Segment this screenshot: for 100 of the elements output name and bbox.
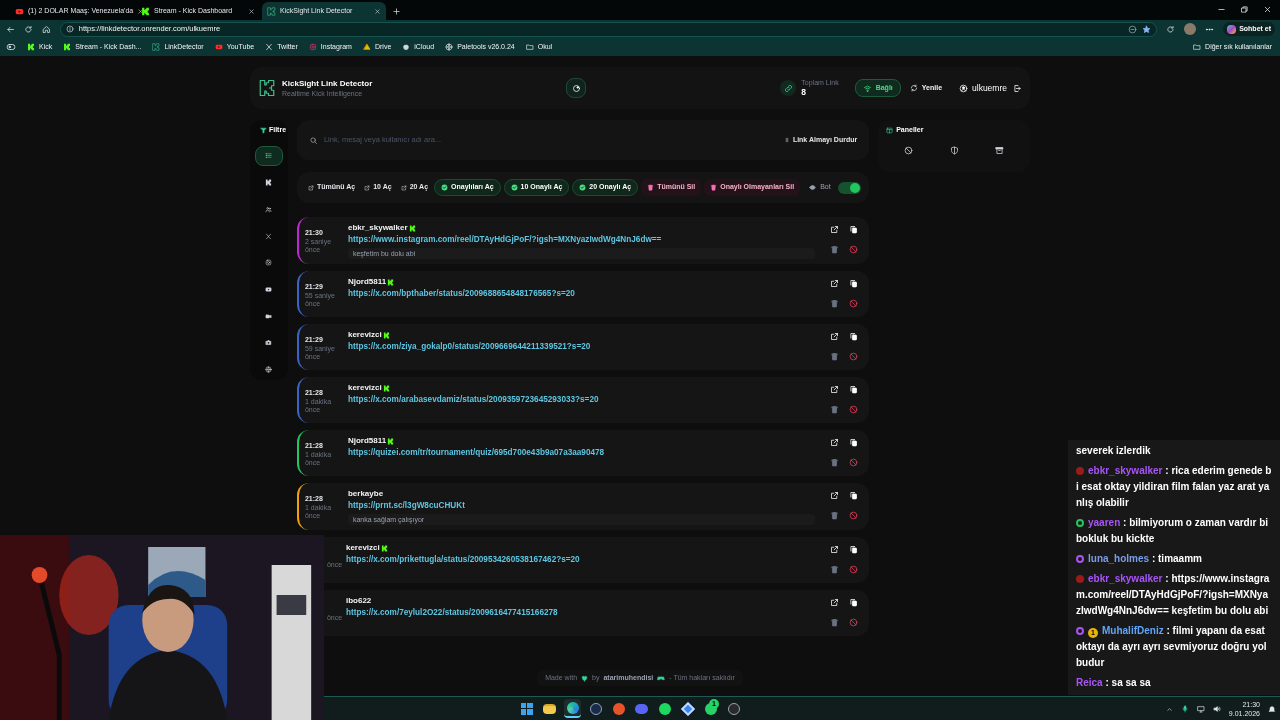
back-icon[interactable] [6,24,15,34]
close-icon[interactable] [1263,5,1272,14]
link-url[interactable]: https://x.com/ziya_gokalp0/status/2009669644211339521?s=20 [347,341,826,354]
palette-icon [571,83,581,93]
link-icon [783,83,793,93]
avatar[interactable] [1184,23,1197,35]
copy-icon[interactable] [849,279,859,288]
trash-icon[interactable] [830,511,840,520]
star-icon[interactable] [1142,24,1152,34]
external-link-icon[interactable] [830,279,840,288]
zoom-icon[interactable] [1128,24,1138,34]
logo-icon [265,179,273,187]
username: ebkr_skywalker [347,222,408,234]
link-url[interactable]: https://www.instagram.com/reel/DTAyHdGjPoF/?igsh=MXNyazIwdWg4NnJ6dw== [347,234,826,247]
trash-icon[interactable] [830,565,840,574]
link-url[interactable]: https://x.com/prikettugla/status/2009534260538167462?s=20 [345,554,826,567]
list-icon [265,152,273,160]
cross-icon [265,43,274,51]
reload-icon[interactable] [23,24,33,34]
restore-icon[interactable] [1240,5,1249,14]
logo-icon [267,6,276,16]
external-link-icon[interactable] [830,385,840,394]
play-icon [214,43,223,51]
folder-icon [1193,43,1202,51]
camera-icon [308,43,317,51]
link-url[interactable]: https://x.com/7eylul2O22/status/2009616477415166278 [345,607,826,620]
trash-icon[interactable] [830,405,840,414]
username: ulkuemre [972,81,1007,95]
chat-username[interactable]: ebkr_skywalker [1088,573,1163,584]
copy-icon[interactable] [849,545,859,554]
link-url[interactable]: https://x.com/arabasevdamiz/status/2009359723645293033?s=20 [347,394,826,407]
heart-icon [581,674,589,682]
logo-icon [63,43,72,51]
logo-icon [27,43,35,51]
username: ibo622 [345,595,372,607]
logout-icon[interactable] [1013,83,1022,93]
refresh-icon[interactable] [1166,24,1176,34]
chat-username[interactable]: Reica [1076,677,1103,688]
trash-icon[interactable] [830,458,840,467]
bot-toggle[interactable] [838,181,862,194]
panels-icon [886,126,894,134]
external-link-icon [364,184,371,191]
trash-icon [647,184,655,191]
external-link-icon[interactable] [830,438,840,447]
mic-icon[interactable] [1180,705,1189,713]
trash-icon[interactable] [830,299,840,308]
chat-message: ebkr_skywalker : rica ederim genede bi esat oktay yildiran film falan yaz arat yanlış olabilir [1076,464,1272,510]
copy-icon[interactable] [849,491,859,500]
camera-icon [265,259,273,267]
chat-message: yaaren : bilmiyorum o zaman vardır bi bokluk bu kickte [1076,516,1270,546]
copy-icon[interactable] [849,385,859,394]
ban-icon[interactable] [849,458,859,467]
link-url[interactable]: https://quizei.com/tr/tournament/quiz/695d700e43b9a07a3aa90478 [347,447,826,460]
trash-icon[interactable] [830,245,840,254]
windows-icon [520,702,533,715]
taskbar-app[interactable] [564,699,581,718]
copy-icon[interactable] [849,598,859,607]
external-link-icon[interactable] [830,225,840,234]
link-url[interactable]: https://x.com/bpthaber/status/2009688654848176565?s=20 [347,288,826,301]
ban-icon[interactable] [849,245,859,254]
chat-username[interactable]: ebkr_skywalker [1088,465,1163,476]
external-link-icon [400,184,407,191]
username: kerevizci [347,382,382,394]
home-icon[interactable] [41,24,51,34]
link-url[interactable]: https://prnt.sc/l3gW8cuCHUKt [347,500,826,513]
ban-icon[interactable] [849,299,859,308]
speaker-icon[interactable] [1212,705,1221,713]
external-link-icon[interactable] [830,545,840,554]
trash-icon[interactable] [830,352,840,361]
username: kerevizci [345,542,380,554]
logo-icon [258,79,276,97]
wifi-icon [862,83,872,93]
monitor-icon[interactable] [1196,705,1205,713]
copy-icon[interactable] [849,225,859,234]
external-link-icon[interactable] [830,332,840,341]
cross-icon [265,232,273,240]
ban-icon[interactable] [849,405,859,414]
shield-icon [949,146,959,155]
user-icon [959,83,969,93]
ban-icon[interactable] [849,565,859,574]
username: Njord5811 [347,276,387,288]
video-camera-icon [265,312,273,320]
notification-icon[interactable] [1268,705,1276,713]
copy-icon[interactable] [849,438,859,447]
copy-icon[interactable] [849,332,859,341]
external-link-icon[interactable] [830,598,840,607]
sidebar-icon[interactable] [6,42,16,52]
theme-button[interactable] [566,78,586,98]
chevron-up-icon[interactable] [1165,705,1173,713]
chat-username[interactable]: yaaren [1088,517,1121,528]
external-link-icon[interactable] [830,491,840,500]
username: kerevizci [347,329,382,341]
chat-username[interactable]: MuhalifDeniz [1102,625,1164,636]
trash-icon[interactable] [830,618,840,627]
ban-icon[interactable] [849,352,859,361]
new-tab-icon[interactable] [392,6,401,16]
chat-username[interactable]: luna_holmes [1088,553,1150,564]
close-icon[interactable] [137,7,145,15]
ban-icon[interactable] [849,618,859,627]
ban-icon[interactable] [849,511,859,520]
